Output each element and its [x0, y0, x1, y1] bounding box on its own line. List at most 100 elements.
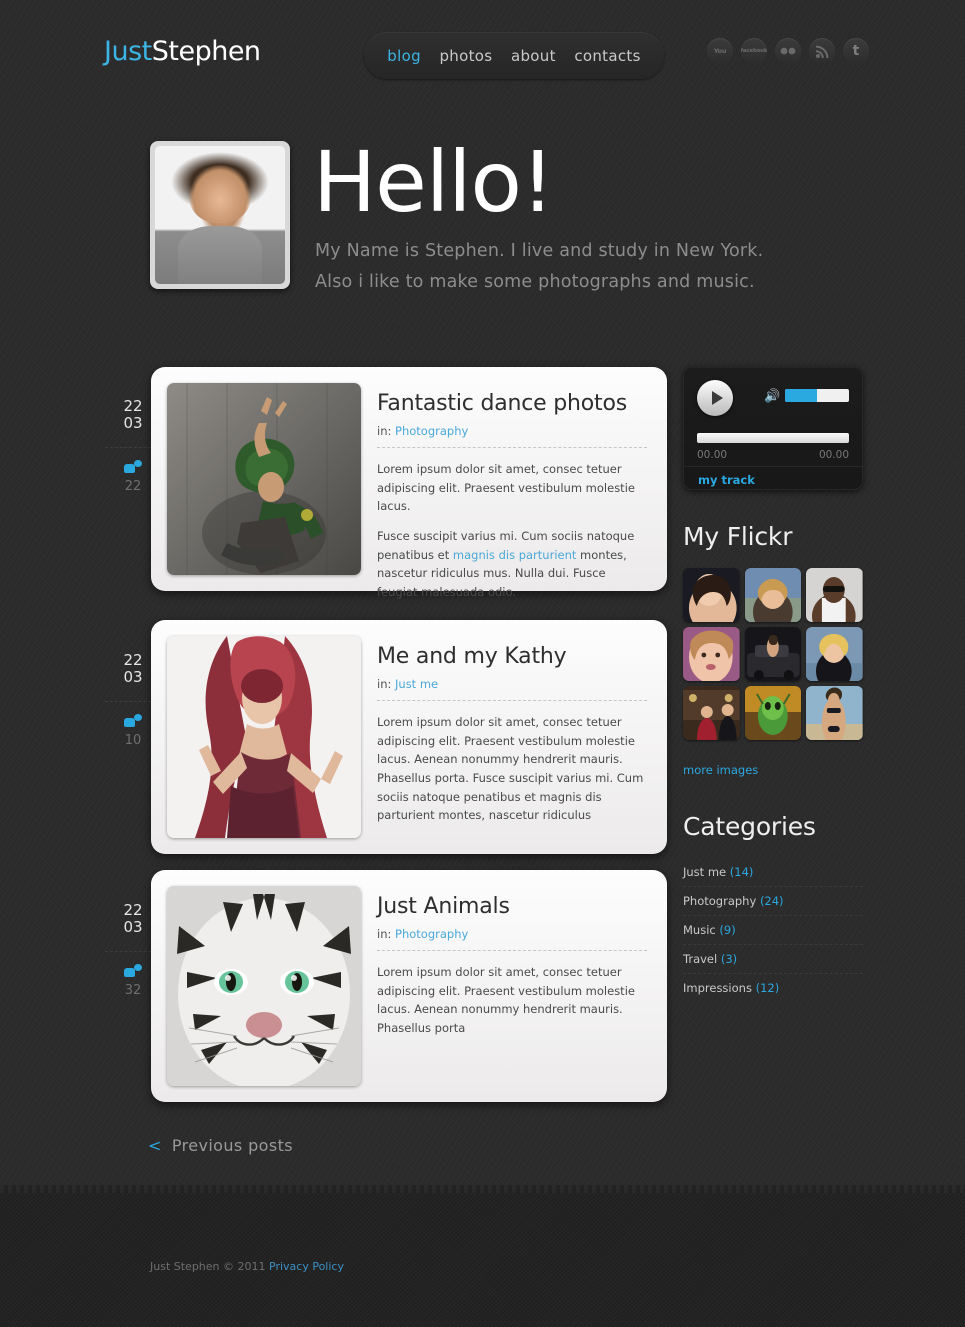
post-image-tiger: [167, 886, 361, 1086]
hero-subtitle: My Name is Stephen. I live and study in …: [315, 236, 875, 297]
post-paragraph-2a: Lorem ipsum dolor sit amet, consec tetue…: [377, 715, 644, 823]
post-inline-link-1[interactable]: magnis dis parturient: [453, 548, 577, 562]
hero-subtitle-line2: Also i like to make some photographs and…: [315, 271, 755, 292]
main-navigation: blog photos about contacts: [364, 32, 664, 79]
post-card-3[interactable]: Just Animals in: Photography Lorem ipsum…: [151, 870, 667, 1102]
volume-icon[interactable]: 🔊: [764, 389, 780, 404]
twitter-icon[interactable]: t: [843, 38, 869, 64]
post-category-prefix-3: in:: [377, 927, 392, 941]
flickr-thumbnail-grid: [683, 568, 863, 740]
flickr-thumb-6[interactable]: [806, 627, 863, 681]
flickr-heading: My Flickr: [683, 522, 793, 551]
player-divider: [684, 466, 862, 467]
post-body-1: Fantastic dance photos in: Photography L…: [377, 383, 651, 601]
player-times: 00.00 00.00: [697, 449, 849, 461]
post-thumbnail-3[interactable]: [167, 886, 361, 1086]
post-image-dance: [167, 383, 361, 575]
time-elapsed: 00.00: [697, 449, 728, 461]
post-category-prefix-1: in:: [377, 424, 392, 438]
flickr-icon[interactable]: [775, 38, 801, 64]
nav-item-about[interactable]: about: [511, 47, 556, 65]
nav-item-photos[interactable]: photos: [439, 47, 492, 65]
chevron-left-icon: <: [148, 1136, 162, 1155]
logo-second-part: Stephen: [151, 36, 261, 67]
flickr-thumb-4[interactable]: [683, 627, 740, 681]
categories-list: Just me (14) Photography (24) Music (9) …: [683, 858, 863, 1002]
flickr-thumb-9[interactable]: [806, 686, 863, 740]
logo-first-part: Just: [104, 36, 152, 67]
post-text-1: Lorem ipsum dolor sit amet, consec tetue…: [377, 460, 647, 601]
post-category-link-3[interactable]: Photography: [395, 927, 468, 941]
flickr-thumb-3[interactable]: [806, 568, 863, 622]
category-count-photography: (24): [759, 894, 784, 908]
post-body-2: Me and my Kathy in: Just me Lorem ipsum …: [377, 636, 651, 825]
category-row-travel[interactable]: Travel (3): [683, 945, 863, 974]
post-title-2[interactable]: Me and my Kathy: [377, 644, 647, 669]
post-paragraph-3a: Lorem ipsum dolor sit amet, consec tetue…: [377, 965, 635, 1035]
youtube-icon[interactable]: You: [707, 38, 733, 64]
site-logo[interactable]: JustStephen: [104, 36, 261, 67]
comment-icon-1: [124, 459, 142, 475]
rss-glyph: [815, 45, 828, 58]
post-title-1[interactable]: Fantastic dance photos: [377, 391, 647, 416]
social-links: You facebook t: [707, 38, 869, 64]
post-text-2: Lorem ipsum dolor sit amet, consec tetue…: [377, 713, 647, 825]
post-separator-3: [377, 950, 647, 951]
nav-item-contacts[interactable]: contacts: [574, 47, 640, 65]
post-text-3: Lorem ipsum dolor sit amet, consec tetue…: [377, 963, 647, 1038]
copyright-text: Just Stephen © 2011: [150, 1260, 269, 1273]
category-link-photography[interactable]: Photography: [683, 894, 756, 908]
post-card-2[interactable]: Me and my Kathy in: Just me Lorem ipsum …: [151, 620, 667, 854]
previous-posts-link[interactable]: < Previous posts: [148, 1136, 293, 1155]
post-category-prefix-2: in:: [377, 677, 392, 691]
post-category-2: in: Just me: [377, 677, 647, 691]
flickr-thumb-7[interactable]: [683, 686, 740, 740]
category-count-travel: (3): [720, 952, 738, 966]
rss-icon[interactable]: [809, 38, 835, 64]
category-link-music[interactable]: Music: [683, 923, 716, 937]
previous-posts-label: Previous posts: [171, 1136, 294, 1155]
category-row-just-me[interactable]: Just me (14): [683, 858, 863, 887]
play-icon[interactable]: [697, 380, 733, 416]
post-title-3[interactable]: Just Animals: [377, 894, 647, 919]
flickr-thumb-2[interactable]: [744, 568, 802, 622]
post-card-1[interactable]: Fantastic dance photos in: Photography L…: [151, 367, 667, 599]
comment-icon-3: [124, 963, 142, 979]
nav-item-blog[interactable]: blog: [387, 47, 421, 65]
flickr-thumb-8[interactable]: [744, 686, 802, 740]
facebook-icon[interactable]: facebook: [741, 38, 767, 64]
post-category-link-1[interactable]: Photography: [395, 424, 468, 438]
post-paragraph-1a: Lorem ipsum dolor sit amet, consec tetue…: [377, 462, 635, 514]
category-row-impressions[interactable]: Impressions (12): [683, 974, 863, 1002]
flickr-thumb-1[interactable]: [683, 568, 740, 622]
post-thumbnail-1[interactable]: [167, 383, 361, 575]
volume-slider[interactable]: [785, 389, 849, 402]
category-row-music[interactable]: Music (9): [683, 916, 863, 945]
category-row-photography[interactable]: Photography (24): [683, 887, 863, 916]
comment-icon-2: [124, 713, 142, 729]
post-category-link-2[interactable]: Just me: [395, 677, 438, 691]
category-link-travel[interactable]: Travel: [683, 952, 717, 966]
track-title-link[interactable]: my track: [698, 473, 755, 487]
time-total: 00.00: [818, 449, 849, 461]
category-link-just-me[interactable]: Just me: [683, 865, 726, 879]
post-category-1: in: Photography: [377, 424, 647, 438]
hero-subtitle-line1: My Name is Stephen. I live and study in …: [315, 241, 764, 261]
post-category-3: in: Photography: [377, 927, 647, 941]
post-separator-1: [377, 447, 647, 448]
post-body-3: Just Animals in: Photography Lorem ipsum…: [377, 886, 651, 1038]
category-count-music: (9): [719, 923, 736, 937]
audio-player: 🔊 00.00 00.00 my track: [683, 366, 863, 490]
category-count-just-me: (14): [729, 865, 754, 879]
more-images-link[interactable]: more images: [683, 763, 758, 777]
post-paragraph-1b: Fusce suscipit varius mi. Cum sociis nat…: [377, 527, 647, 602]
post-separator-2: [377, 700, 647, 701]
page-root: JustStephen blog photos about contacts Y…: [0, 0, 965, 1327]
post-thumbnail-2[interactable]: [167, 636, 361, 838]
page-title: Hello!: [313, 133, 555, 231]
flickr-thumb-5[interactable]: [744, 627, 802, 681]
category-link-impressions[interactable]: Impressions: [683, 981, 752, 995]
progress-bar[interactable]: [697, 433, 849, 443]
volume-fill: [785, 389, 817, 402]
privacy-policy-link[interactable]: Privacy Policy: [269, 1260, 344, 1273]
